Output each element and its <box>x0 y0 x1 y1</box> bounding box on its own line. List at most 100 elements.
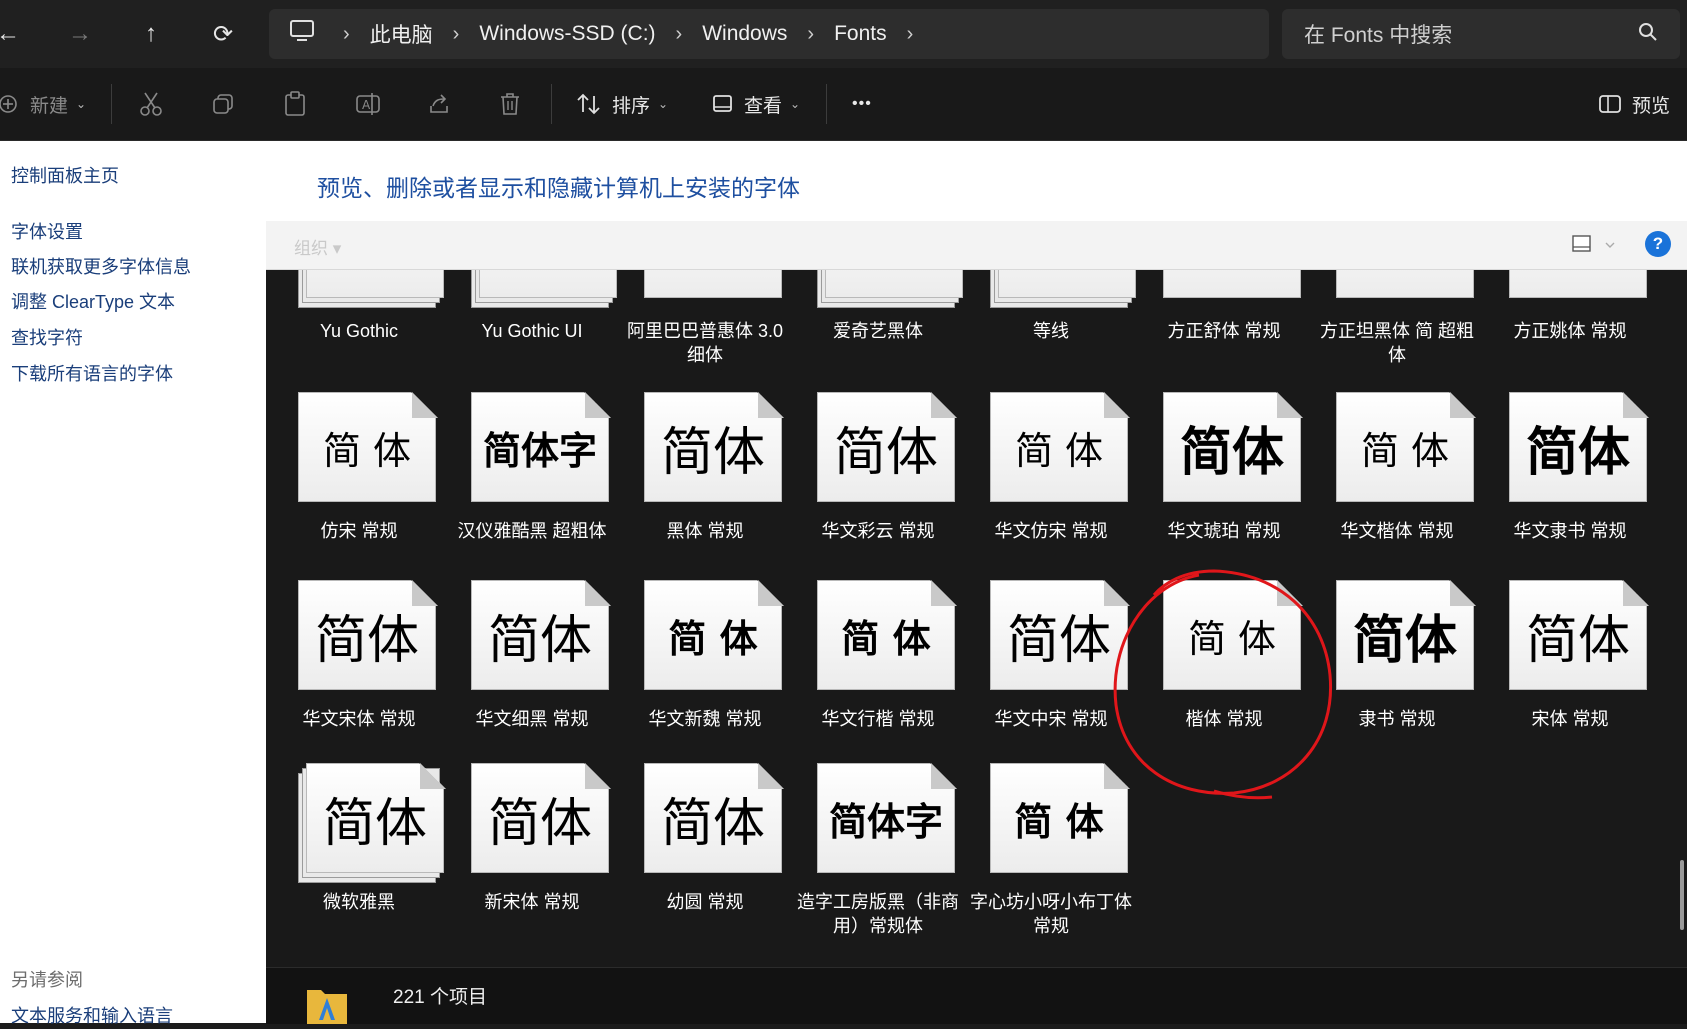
font-tile[interactable]: Yu Gothic UI <box>447 270 617 380</box>
search-icon[interactable] <box>1638 22 1662 47</box>
font-sample-text: 简 体 <box>841 615 931 661</box>
font-tile[interactable]: 简体 华文细黑 常规 <box>447 580 617 760</box>
chevron-right-icon: › <box>343 22 350 45</box>
chevron-down-icon: ⌄ <box>658 97 669 111</box>
breadcrumb-windows[interactable]: Windows <box>702 22 787 46</box>
font-tile[interactable]: 简体 宋体 常规 <box>1485 580 1655 760</box>
font-tile[interactable]: 简体 华文宋体 常规 <box>274 580 444 760</box>
font-file-page <box>1336 270 1474 298</box>
font-name-label: Yu Gothic UI <box>481 321 583 341</box>
view-button[interactable]: 查看 ⌄ <box>712 86 800 122</box>
font-tile[interactable]: 简 体楷体 常规 <box>1139 580 1309 760</box>
font-sample-text: 简体字 <box>828 799 943 844</box>
font-tile[interactable]: 爱奇艺黑体 <box>793 270 963 380</box>
arrow-right-icon: → <box>68 20 92 47</box>
breadcrumb-fonts[interactable]: Fonts <box>834 22 887 46</box>
font-tile[interactable]: 简体 幼圆 常规 <box>620 763 790 943</box>
font-sample-text: 简体 <box>660 422 765 483</box>
more-options-button[interactable]: ••• <box>852 86 872 122</box>
copy-button[interactable] <box>211 86 235 122</box>
find-character-link[interactable]: 查找字符 <box>11 324 83 350</box>
font-preview-thumbnail: 简体 <box>1163 392 1303 504</box>
scrollbar-thumb[interactable] <box>1680 860 1684 930</box>
up-button[interactable]: ↑ <box>131 14 171 54</box>
font-tile[interactable]: 方正姚体 常规 <box>1485 270 1655 380</box>
folder-icon <box>303 984 351 1029</box>
font-sample-text: 简体 <box>833 422 938 483</box>
cut-button[interactable] <box>139 86 163 122</box>
share-button[interactable] <box>427 86 451 122</box>
font-tile[interactable]: 简体华文琥珀 常规 <box>1139 392 1309 572</box>
search-box[interactable]: 在 Fonts 中搜索 <box>1282 9 1680 59</box>
font-sample-text: 简 体 <box>668 615 758 661</box>
font-sample-text: 简体字 <box>482 428 597 473</box>
breadcrumb-drive[interactable]: Windows-SSD (C:) <box>479 22 655 46</box>
font-preview-thumbnail: 简体 <box>471 580 611 692</box>
sort-icon <box>576 92 602 116</box>
chevron-right-icon: › <box>675 22 683 45</box>
font-name-label: 宋体 常规 <box>1531 709 1609 729</box>
font-tile[interactable]: 简 体华文行楷 常规 <box>793 580 963 760</box>
get-more-font-info-link[interactable]: 联机获取更多字体信息 <box>11 253 191 279</box>
more-icon: ••• <box>852 95 872 112</box>
font-name-label: 华文琥珀 常规 <box>1167 521 1281 541</box>
font-tile[interactable]: 阿里巴巴普惠体 3.0 细体 <box>620 270 790 380</box>
font-preview-thumbnail <box>817 270 965 308</box>
forward-button[interactable]: → <box>60 14 100 54</box>
font-tile[interactable]: 简体字 汉仪雅酷黑 超粗体 <box>447 392 617 572</box>
font-tile[interactable]: 简体华文彩云 常规 <box>793 392 963 572</box>
font-settings-link[interactable]: 字体设置 <box>11 218 83 244</box>
copy-icon <box>211 92 235 116</box>
font-tile[interactable]: 简体 微软雅黑 <box>274 763 446 943</box>
font-sample-text: 简体 <box>487 610 592 671</box>
font-tile[interactable]: 简 体华文新魏 常规 <box>620 580 790 760</box>
address-bar[interactable]: › 此电脑 › Windows-SSD (C:) › Windows › Fon… <box>269 9 1269 59</box>
refresh-button[interactable]: ⟳ <box>203 14 243 54</box>
font-tile[interactable]: 简体 黑体 常规 <box>620 392 790 572</box>
font-preview-thumbnail: 简体 <box>817 392 957 504</box>
font-sample-text: 简体 <box>1352 609 1457 671</box>
view-icon <box>712 94 734 114</box>
chevron-right-icon: › <box>807 22 815 45</box>
font-tile[interactable]: 简体 华文中宋 常规 <box>966 580 1136 760</box>
font-name-label: 隶书 常规 <box>1358 709 1436 729</box>
font-preview-thumbnail: 简 体 <box>817 580 957 692</box>
rename-button[interactable]: A <box>355 86 381 122</box>
status-bar: 221 个项目 <box>266 967 1687 1024</box>
font-tile[interactable]: 等线 <box>966 270 1136 380</box>
font-tile[interactable]: Yu Gothic <box>274 270 444 380</box>
delete-button[interactable] <box>499 86 521 122</box>
sort-button[interactable]: 排序 ⌄ <box>576 86 668 122</box>
font-name-label: 华文彩云 常规 <box>821 521 935 541</box>
font-preview-thumbnail: 简体 <box>471 763 611 875</box>
font-tile[interactable]: 简 体仿宋 常规 <box>274 392 444 572</box>
change-view-button[interactable] <box>1571 233 1617 260</box>
back-button[interactable]: ← <box>0 14 28 54</box>
font-tile[interactable]: 方正坦黑体 简 超粗体 <box>1312 270 1482 380</box>
control-panel-home-link[interactable]: 控制面板主页 <box>11 162 119 188</box>
preview-pane-button[interactable]: 预览 <box>1598 86 1670 122</box>
sort-label: 排序 <box>612 95 651 117</box>
font-sample-text: 简 体 <box>1187 616 1277 661</box>
download-all-fonts-link[interactable]: 下载所有语言的字体 <box>11 360 173 386</box>
chevron-right-icon[interactable]: › <box>907 23 914 46</box>
organize-button[interactable]: 组织 ▾ <box>294 234 341 259</box>
font-file-page <box>644 270 782 298</box>
font-tile[interactable]: 简 体字心坊小呀小布丁体 常规 <box>966 763 1136 943</box>
font-sample-text: 简体 <box>660 793 765 854</box>
breadcrumb-this-pc[interactable]: 此电脑 <box>370 19 433 49</box>
text-services-link[interactable]: 文本服务和输入语言 <box>11 1002 173 1028</box>
font-tile[interactable]: 简体字 造字工房版黑（非商用）常规体 <box>793 763 963 943</box>
new-button[interactable]: 新建 ⌄ <box>0 86 86 122</box>
adjust-cleartype-link[interactable]: 调整 ClearType 文本 <box>11 288 175 314</box>
font-tile[interactable]: 简体 新宋体 常规 <box>447 763 617 943</box>
font-tile[interactable]: 简 体华文仿宋 常规 <box>966 392 1136 572</box>
font-tile[interactable]: 方正舒体 常规 <box>1139 270 1309 380</box>
help-icon[interactable]: ? <box>1645 231 1671 257</box>
font-tile[interactable]: 简 体华文楷体 常规 <box>1312 392 1482 572</box>
scissors-icon <box>139 91 163 117</box>
paste-button[interactable] <box>283 86 307 122</box>
search-input[interactable]: 在 Fonts 中搜索 <box>1304 19 1638 49</box>
font-tile[interactable]: 简体隶书 常规 <box>1312 580 1482 760</box>
font-tile[interactable]: 简体 华文隶书 常规 <box>1485 392 1655 572</box>
